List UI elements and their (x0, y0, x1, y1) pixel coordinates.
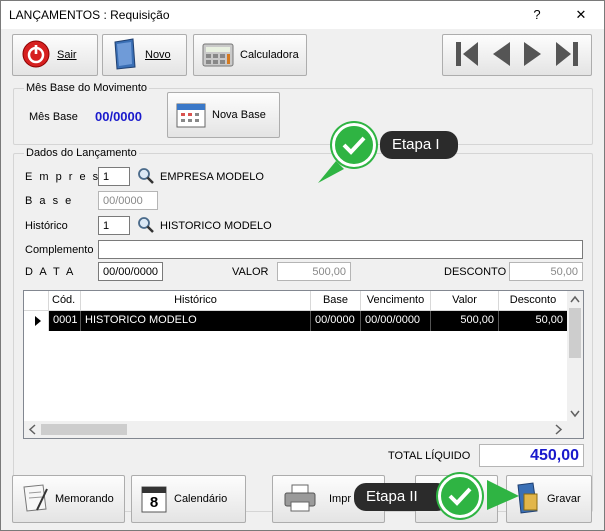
calculadora-label: Calculadora (240, 49, 299, 61)
title-bar: LANÇAMENTOS : Requisição ? ✕ (1, 1, 604, 29)
empresa-search-icon[interactable] (137, 167, 155, 188)
historico-code-field[interactable]: 1 (98, 216, 130, 235)
grid-header-historico[interactable]: Histórico (81, 291, 311, 311)
first-record-icon[interactable] (454, 40, 480, 71)
nova-base-label: Nova Base (212, 109, 266, 121)
calendario-button[interactable]: 8 Calendário (131, 475, 246, 523)
calculadora-button[interactable]: Calculadora (193, 34, 307, 76)
base-field[interactable]: 00/0000 (98, 191, 158, 210)
record-navigator (442, 34, 592, 76)
calendar-icon: 8 (140, 484, 168, 514)
last-record-icon[interactable] (554, 40, 580, 71)
gravar-label: Gravar (547, 493, 581, 505)
new-document-icon (111, 37, 139, 73)
grid-header-cod[interactable]: Cód. (49, 291, 81, 311)
etapa2-badge: Etapa II (354, 483, 449, 511)
cell-historico: HISTORICO MODELO (81, 311, 311, 331)
next-record-icon[interactable] (522, 40, 544, 71)
lancamento-group-title: Dados do Lançamento (24, 147, 139, 159)
nova-base-button[interactable]: Nova Base (167, 92, 280, 138)
novo-button[interactable]: Novo (102, 34, 187, 76)
grid-header-indicator (24, 291, 49, 311)
imprimir-label: Impr (329, 493, 351, 505)
etapa1-pointer-icon (318, 161, 344, 183)
valor-label: VALOR (232, 266, 269, 278)
grid-header-valor[interactable]: Valor (431, 291, 499, 311)
complemento-label: Complemento (25, 244, 94, 256)
novo-label: Novo (145, 49, 171, 61)
sair-button[interactable]: Sair (12, 34, 98, 76)
grid-header-desconto[interactable]: Desconto (499, 291, 568, 311)
etapa2-check-icon (438, 474, 482, 518)
cell-cod: 0001 (49, 311, 81, 331)
mes-base-label: Mês Base (29, 111, 78, 123)
valor-field[interactable]: 500,00 (277, 262, 351, 281)
memorando-label: Memorando (55, 493, 114, 505)
historico-label: Histórico (25, 220, 68, 232)
mes-base-group: Mês Base do Movimento Mês Base 00/0000 N… (13, 82, 593, 145)
empresa-code-field[interactable]: 1 (98, 167, 130, 186)
desconto-field[interactable]: 50,00 (509, 262, 583, 281)
previous-record-icon[interactable] (490, 40, 512, 71)
power-icon (21, 39, 51, 72)
cell-base: 00/0000 (311, 311, 361, 331)
mes-base-value: 00/0000 (95, 109, 142, 124)
etapa2-pointer-icon (487, 480, 519, 510)
help-button[interactable]: ? (517, 1, 557, 29)
memorando-button[interactable]: Memorando (12, 475, 125, 523)
cell-vencimento: 00/00/0000 (361, 311, 431, 331)
horizontal-scrollbar[interactable] (24, 421, 583, 438)
etapa1-badge: Etapa I (380, 131, 458, 159)
grid-header-base[interactable]: Base (311, 291, 361, 311)
calendar-day: 8 (149, 494, 159, 511)
empresa-name: EMPRESA MODELO (160, 171, 264, 183)
table-row[interactable]: 0001 HISTORICO MODELO 00/0000 00/00/0000… (49, 311, 568, 331)
memo-icon (21, 483, 49, 516)
sair-label: Sair (57, 49, 77, 61)
total-label: TOTAL LÍQUIDO (388, 450, 471, 462)
data-label: D A T A (25, 266, 76, 278)
window: LANÇAMENTOS : Requisição ? ✕ Sair Novo C… (0, 0, 605, 531)
row-indicator (24, 311, 49, 331)
historico-name: HISTORICO MODELO (160, 220, 272, 232)
desconto-label: DESCONTO (444, 266, 507, 278)
complemento-field[interactable] (98, 240, 583, 259)
close-button[interactable]: ✕ (561, 1, 601, 29)
printer-icon (283, 483, 317, 516)
calendar-icon (176, 100, 206, 131)
vertical-scrollbar[interactable] (567, 291, 583, 422)
cell-desconto: 50,00 (499, 311, 568, 331)
cell-valor: 500,00 (431, 311, 499, 331)
grid-header: Cód. Histórico Base Vencimento Valor Des… (24, 291, 568, 311)
lancamentos-grid[interactable]: Cód. Histórico Base Vencimento Valor Des… (23, 290, 584, 439)
calculator-icon (202, 41, 234, 70)
window-title: LANÇAMENTOS : Requisição (9, 8, 170, 22)
mes-base-group-title: Mês Base do Movimento (24, 82, 150, 94)
total-field: 450,00 (479, 444, 584, 467)
base-label: B a s e (25, 195, 74, 207)
calendario-label: Calendário (174, 493, 228, 505)
data-field[interactable]: 00/00/0000 (98, 262, 163, 281)
historico-search-icon[interactable] (137, 216, 155, 237)
grid-header-vencimento[interactable]: Vencimento (361, 291, 431, 311)
